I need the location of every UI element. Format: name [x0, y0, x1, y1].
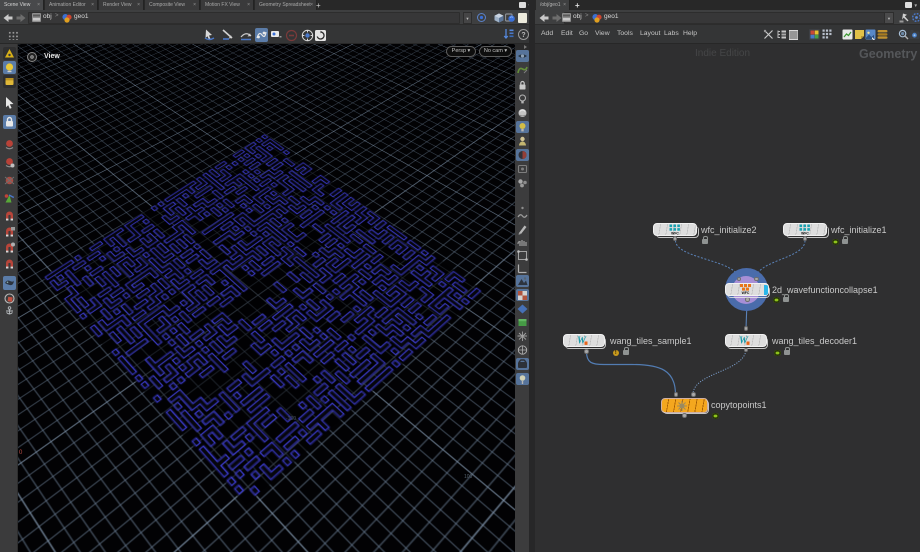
svg-text:WFC: WFC — [671, 231, 679, 235]
svg-text:WFC: WFC — [801, 231, 809, 235]
svg-text:WFC: WFC — [742, 291, 750, 295]
